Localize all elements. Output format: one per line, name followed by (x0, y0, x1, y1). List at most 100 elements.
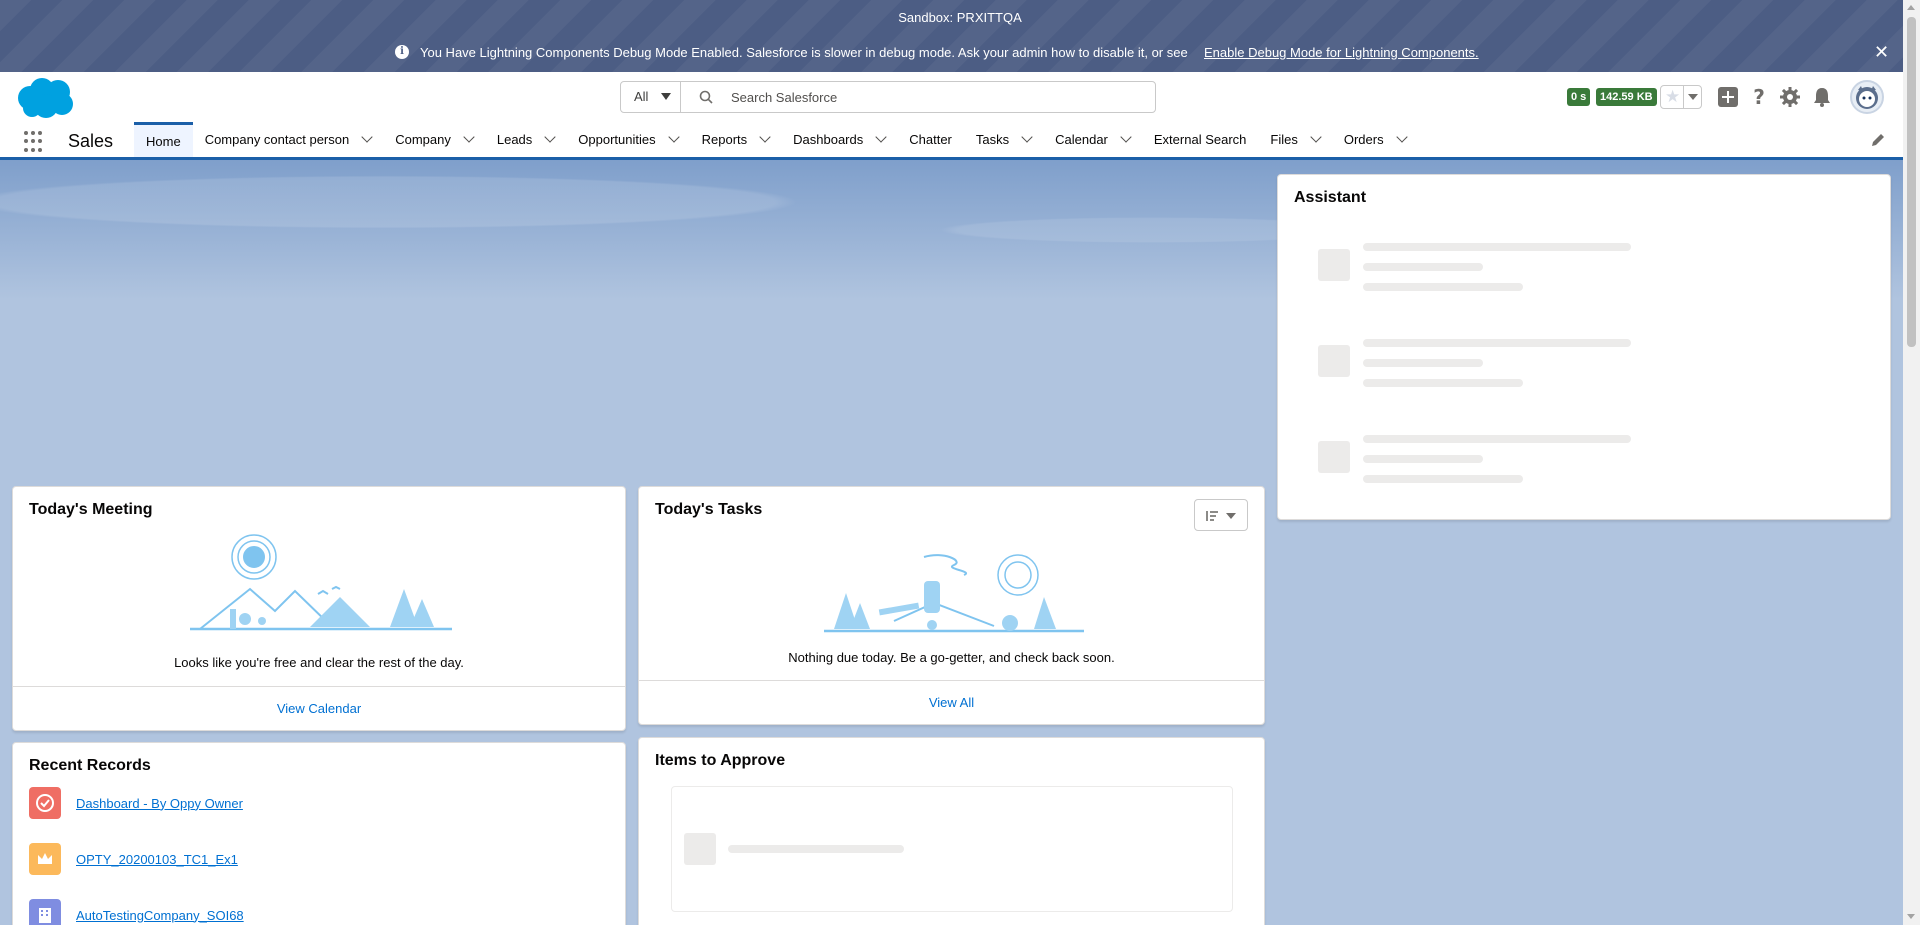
chevron-down-icon[interactable] (1310, 131, 1322, 143)
svg-text:?: ? (1753, 86, 1765, 108)
items-to-approve-title: Items to Approve (655, 752, 786, 769)
task-filter-button[interactable] (1194, 499, 1248, 531)
loading-placeholder (1363, 283, 1523, 291)
tab-label: Reports (701, 132, 748, 147)
loading-placeholder (1363, 455, 1483, 463)
app-name: Sales (68, 131, 114, 151)
global-header: All 0 s 142.59 KB ★ ? (0, 72, 1920, 122)
loading-placeholder (1318, 249, 1350, 281)
scroll-up-icon[interactable] (1907, 5, 1915, 10)
tab-reports[interactable]: Reports (690, 122, 782, 157)
campsite-illustration (824, 554, 1084, 633)
chevron-down-icon[interactable] (544, 131, 556, 143)
debug-mode-notice: i You Have Lightning Components Debug Mo… (0, 42, 1920, 64)
tab-dashboards[interactable]: Dashboards (781, 122, 897, 157)
search-scope-value: All (634, 89, 649, 104)
loading-placeholder (684, 833, 716, 865)
chevron-down-icon[interactable] (361, 131, 373, 143)
sandbox-title: Sandbox: PRXITTQA (898, 10, 1022, 25)
search-scope-select[interactable]: All (621, 82, 681, 112)
search-icon (699, 90, 713, 104)
astro-avatar-icon (1856, 86, 1878, 109)
view-all-tasks-link[interactable]: View All (639, 680, 1264, 724)
loading-placeholder (1363, 359, 1483, 367)
app-navigation: Sales Home Company contact person Compan… (0, 122, 1920, 160)
setup-gear-icon[interactable] (1779, 86, 1801, 108)
recent-records-card: Recent Records Dashboard - By Oppy Owner… (12, 742, 626, 925)
salesforce-logo[interactable] (14, 76, 76, 120)
favorites-button[interactable]: ★ (1660, 85, 1702, 109)
loading-placeholder (728, 845, 904, 853)
tab-chatter[interactable]: Chatter (897, 122, 964, 157)
chevron-down-icon[interactable] (1021, 131, 1033, 143)
tab-label: Opportunities (578, 132, 656, 147)
tab-orders[interactable]: Orders (1332, 122, 1418, 157)
tab-external-search[interactable]: External Search (1142, 122, 1259, 157)
chevron-down-icon[interactable] (463, 131, 475, 143)
tab-label: External Search (1153, 132, 1247, 147)
loading-placeholder (1363, 475, 1523, 483)
tab-calendar[interactable]: Calendar (1043, 122, 1142, 157)
tab-leads[interactable]: Leads (485, 122, 566, 157)
notification-bell-icon[interactable] (1811, 86, 1833, 108)
tab-company-contact-person[interactable]: Company contact person (193, 122, 384, 157)
tab-home[interactable]: Home (134, 122, 193, 157)
edit-nav-pencil-icon[interactable] (1870, 132, 1886, 148)
meeting-title: Today's Meeting (29, 501, 153, 518)
loading-placeholder (1363, 243, 1631, 251)
assistant-title: Assistant (1294, 189, 1367, 206)
search-input[interactable] (731, 82, 1151, 112)
add-icon[interactable] (1717, 86, 1739, 108)
approval-loading-panel (671, 786, 1233, 912)
tab-label: Leads (496, 132, 533, 147)
scroll-down-icon[interactable] (1907, 914, 1915, 919)
star-icon[interactable]: ★ (1665, 87, 1680, 107)
list-item: Dashboard - By Oppy Owner (29, 787, 243, 819)
nav-items: Home Company contact person Company Lead… (134, 122, 1418, 157)
page-scrollbar[interactable] (1903, 0, 1920, 925)
loading-placeholder (1363, 379, 1523, 387)
tab-label: Tasks (975, 132, 1010, 147)
chevron-down-icon[interactable] (759, 131, 771, 143)
tab-label: Orders (1343, 132, 1384, 147)
perf-size-badge: 142.59 KB (1596, 88, 1657, 106)
tasks-title: Today's Tasks (655, 501, 763, 518)
tasks-empty-text: Nothing due today. Be a go-getter, and c… (788, 650, 1115, 665)
chevron-down-icon[interactable] (667, 131, 680, 143)
chevron-down-icon[interactable] (1120, 131, 1132, 143)
chevron-down-icon[interactable] (1395, 131, 1408, 143)
tab-label: Company contact person (204, 132, 350, 147)
favorites-dropdown-icon[interactable] (1688, 94, 1698, 100)
tab-label: Files (1270, 132, 1298, 147)
chevron-down-icon[interactable] (875, 131, 887, 143)
info-icon: i (395, 45, 409, 59)
assistant-card: Assistant (1277, 174, 1891, 520)
perf-time-badge: 0 s (1567, 88, 1591, 106)
loading-placeholder (1318, 441, 1350, 473)
todays-meeting-card: Today's Meeting Looks like you're free a… (12, 486, 626, 731)
debug-mode-link[interactable]: Enable Debug Mode for Lightning Componen… (1204, 45, 1479, 60)
loading-placeholder (1363, 339, 1631, 347)
app-launcher-icon[interactable] (24, 131, 46, 153)
camping-illustration (190, 534, 452, 631)
avatar[interactable] (1850, 80, 1884, 114)
view-calendar-link[interactable]: View Calendar (13, 686, 625, 730)
help-icon[interactable]: ? (1748, 86, 1770, 108)
close-icon[interactable]: ✕ (1874, 42, 1889, 63)
divider (1683, 86, 1684, 108)
tab-label: Chatter (909, 132, 952, 147)
recent-record-link[interactable]: OPTY_20200103_TC1_Ex1 (76, 852, 238, 867)
recent-record-link[interactable]: Dashboard - By Oppy Owner (76, 796, 243, 811)
tab-opportunities[interactable]: Opportunities (566, 122, 689, 157)
tab-files[interactable]: Files (1258, 122, 1331, 157)
tab-label: Home (146, 133, 181, 149)
global-search: All (620, 81, 1156, 113)
tab-company[interactable]: Company (383, 122, 485, 157)
tab-label: Calendar (1055, 132, 1108, 147)
scrollbar-thumb[interactable] (1907, 17, 1916, 347)
recent-record-link[interactable]: AutoTestingCompany_SOI68 (76, 908, 244, 923)
tab-label: Company (395, 132, 451, 147)
sandbox-banner: Sandbox: PRXITTQA i You Have Lightning C… (0, 0, 1920, 72)
dashboard-icon (29, 787, 61, 819)
tab-tasks[interactable]: Tasks (964, 122, 1043, 157)
